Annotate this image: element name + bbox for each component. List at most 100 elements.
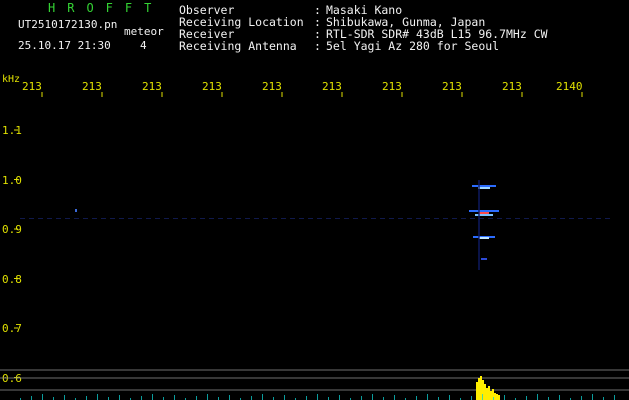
- amplitude-bar: [498, 395, 500, 400]
- noise-band: [299, 218, 304, 219]
- amplitude-bar: [494, 393, 496, 400]
- meteor-echo-streak: [481, 258, 487, 260]
- noise-bar: [174, 395, 175, 400]
- noise-band: [191, 218, 196, 219]
- noise-band: [29, 218, 34, 219]
- noise-band: [56, 218, 61, 219]
- noise-bar: [416, 396, 417, 400]
- noise-bar: [141, 396, 142, 400]
- noise-band: [173, 218, 178, 219]
- meteor-echo-streak: [469, 210, 499, 212]
- noise-band: [452, 218, 457, 219]
- noise-band: [524, 218, 529, 219]
- noise-band: [425, 218, 430, 219]
- noise-band: [542, 218, 547, 219]
- noise-bar: [152, 394, 153, 400]
- noise-band: [227, 218, 232, 219]
- noise-bar: [317, 394, 318, 400]
- noise-band: [596, 218, 601, 219]
- noise-band: [353, 218, 358, 219]
- noise-band: [110, 218, 115, 219]
- noise-band: [290, 218, 295, 219]
- noise-band: [146, 218, 151, 219]
- meteor-echo-trail: [478, 180, 480, 270]
- amplitude-bar: [484, 384, 486, 400]
- noise-bar: [31, 396, 32, 400]
- noise-band: [317, 218, 322, 219]
- amplitude-bar: [476, 382, 478, 400]
- amplitude-bar: [488, 386, 490, 400]
- noise-bar: [372, 394, 373, 400]
- noise-band: [65, 218, 70, 219]
- noise-band: [164, 218, 169, 219]
- noise-bar: [207, 394, 208, 400]
- noise-bar: [559, 395, 560, 400]
- noise-band: [20, 218, 25, 219]
- noise-bar: [306, 396, 307, 400]
- amplitude-bar: [480, 376, 482, 400]
- noise-band: [416, 218, 421, 219]
- noise-band: [218, 218, 223, 219]
- noise-band: [38, 218, 43, 219]
- noise-band: [515, 218, 520, 219]
- noise-band: [119, 218, 124, 219]
- noise-band: [236, 218, 241, 219]
- noise-bar: [537, 394, 538, 400]
- meteor-echo-streak: [475, 214, 493, 216]
- noise-band: [506, 218, 511, 219]
- noise-bar: [64, 395, 65, 400]
- noise-bar: [284, 395, 285, 400]
- noise-band: [137, 218, 142, 219]
- noise-bar: [592, 394, 593, 400]
- meteor-echo-streak: [479, 212, 489, 214]
- noise-bar: [526, 396, 527, 400]
- noise-band: [245, 218, 250, 219]
- noise-bar: [339, 395, 340, 400]
- noise-bar: [449, 395, 450, 400]
- noise-bar: [504, 395, 505, 400]
- noise-band: [200, 218, 205, 219]
- noise-bar: [581, 396, 582, 400]
- noise-band: [551, 218, 556, 219]
- noise-band: [344, 218, 349, 219]
- amplitude-bar: [496, 394, 498, 400]
- noise-band: [362, 218, 367, 219]
- noise-bar: [42, 394, 43, 400]
- amplitude-bar: [490, 391, 492, 400]
- noise-band: [371, 218, 376, 219]
- noise-band: [578, 218, 583, 219]
- meteor-echo-streak: [472, 185, 496, 187]
- noise-band: [398, 218, 403, 219]
- noise-band: [461, 218, 466, 219]
- noise-bar: [119, 395, 120, 400]
- noise-bar: [614, 395, 615, 400]
- amplitude-bar: [486, 388, 488, 400]
- noise-bar: [262, 394, 263, 400]
- noise-spot: [75, 209, 77, 212]
- noise-band: [470, 218, 475, 219]
- meteor-echo-streak: [479, 237, 489, 239]
- noise-band: [128, 218, 133, 219]
- amplitude-bar: [478, 378, 480, 400]
- noise-band: [254, 218, 259, 219]
- noise-bar: [427, 394, 428, 400]
- noise-band: [389, 218, 394, 219]
- noise-band: [434, 218, 439, 219]
- noise-band: [497, 218, 502, 219]
- noise-band: [407, 218, 412, 219]
- noise-bar: [394, 395, 395, 400]
- noise-band: [263, 218, 268, 219]
- noise-bar: [251, 396, 252, 400]
- noise-bar: [482, 394, 483, 400]
- noise-band: [533, 218, 538, 219]
- noise-band: [560, 218, 565, 219]
- noise-band: [155, 218, 160, 219]
- noise-band: [272, 218, 277, 219]
- noise-band: [92, 218, 97, 219]
- noise-band: [74, 218, 79, 219]
- noise-band: [605, 218, 610, 219]
- noise-band: [308, 218, 313, 219]
- noise-bar: [97, 394, 98, 400]
- noise-band: [380, 218, 385, 219]
- noise-band: [83, 218, 88, 219]
